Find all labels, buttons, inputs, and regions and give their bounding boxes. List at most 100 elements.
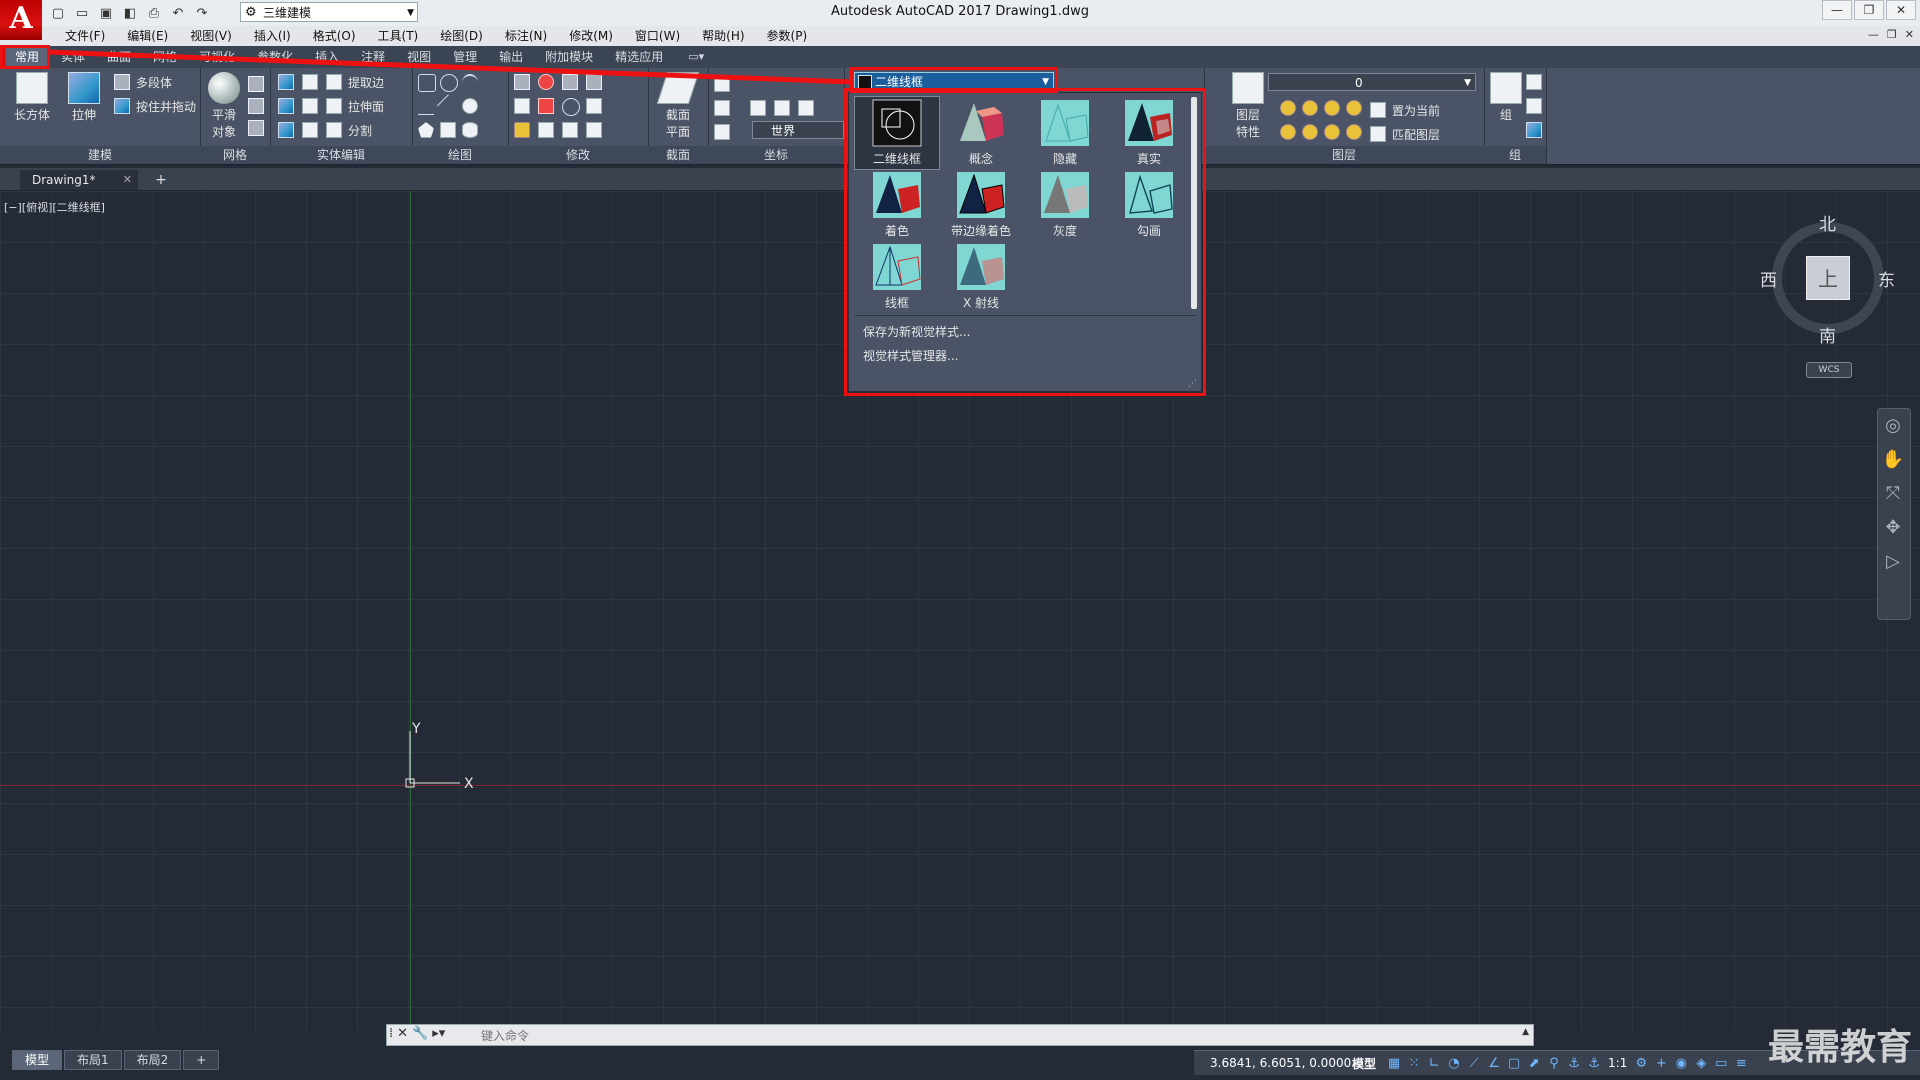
isodraft-icon[interactable]: ⟋ [1464,1056,1484,1071]
menu-item-7[interactable]: 标注(N) [494,28,558,44]
set-current-layer-button[interactable]: 置为当前 [1370,100,1440,120]
move-gizmo-icon[interactable] [562,74,578,90]
ribbon-tab-12[interactable]: 精选应用 [604,46,674,68]
polyline-icon[interactable] [418,74,436,92]
close-button[interactable]: ✕ [1886,0,1916,20]
ribbon-tab-10[interactable]: 输出 [488,46,534,68]
object-snap-tracking-icon[interactable]: ∠ [1484,1056,1504,1071]
new-tab-button[interactable]: + [150,170,172,190]
layer-combo[interactable]: 0 ▼ [1268,73,1476,91]
ungroup-icon[interactable] [1526,74,1542,90]
ucs-icon[interactable] [714,76,730,92]
section-plane-button[interactable]: 截面 平面 [656,72,700,140]
gear-icon[interactable]: ⚙ [1631,1056,1651,1071]
circle-icon[interactable] [462,98,478,114]
doc-close-icon[interactable]: ✕ [1905,28,1914,41]
layer-isolate-icon[interactable] [1302,100,1318,116]
extrude-face-button[interactable]: 拉伸面 [326,96,384,116]
box-button[interactable]: 长方体 [10,72,54,123]
ellipse-icon[interactable] [462,122,478,138]
command-input[interactable] [479,1027,1523,1045]
thicken-icon[interactable] [302,122,318,138]
ribbon-tab-8[interactable]: 视图 [396,46,442,68]
coordinates-readout[interactable]: 3.6841, 6.6051, 0.0000 [1194,1056,1352,1070]
array-icon[interactable] [562,122,578,138]
save-as-icon[interactable]: ◧ [120,3,140,23]
panel-title-section[interactable]: 截面 [648,146,708,164]
arc-icon[interactable] [462,74,478,92]
open-file-icon[interactable]: ▭ [72,3,92,23]
menu-item-10[interactable]: 帮助(H) [691,28,755,44]
layer-off-icon[interactable] [1280,100,1296,116]
3d-osnap-icon[interactable]: ⬈ [1524,1056,1544,1071]
menu-item-8[interactable]: 修改(M) [558,28,624,44]
group-select-icon[interactable] [1526,122,1542,138]
panel-title-modify[interactable]: 修改 [508,146,648,164]
grid-icon[interactable]: ▦ [1384,1056,1404,1071]
compass-west[interactable]: 西 [1760,266,1777,291]
compass-east[interactable]: 东 [1878,266,1895,291]
zoom-extents-icon[interactable]: ⤧ [1878,477,1908,511]
model-space-toggle[interactable]: 模型 [1352,1055,1376,1072]
menu-item-5[interactable]: 工具(T) [367,28,430,44]
polar-icon[interactable]: ◔ [1444,1056,1464,1071]
rectangle-icon[interactable] [440,122,456,138]
ucs-named-icon[interactable] [714,124,730,140]
doc-restore-icon[interactable]: ❐ [1887,28,1897,41]
close-icon[interactable]: ✕ [123,170,132,190]
redo-icon[interactable]: ↷ [192,3,212,23]
viewport-controls-label[interactable]: [−][俯视][二维线框] [4,199,105,215]
snap-icon[interactable]: ⁙ [1404,1056,1424,1071]
close-icon[interactable]: ✕ [397,1026,408,1041]
polysolid-button[interactable]: 多段体 [114,72,172,92]
offset-icon[interactable] [562,98,580,116]
save-icon[interactable]: ▣ [96,3,116,23]
steering-wheel-icon[interactable]: ◎ [1878,409,1908,443]
interfere-icon[interactable] [302,74,318,90]
panel-title-coordinates[interactable]: 坐标 [708,146,844,164]
auto-scale-icon[interactable]: ⚓ [1584,1056,1604,1071]
add-layout-button[interactable]: + [183,1050,220,1070]
match-layer-button[interactable]: 匹配图层 [1370,124,1440,144]
union-icon[interactable] [278,74,294,90]
ribbon-tab-2[interactable]: 曲面 [96,46,142,68]
clean-screen-icon[interactable]: ▭ [1711,1056,1731,1071]
layer-on-icon[interactable] [1280,124,1296,140]
scale-icon[interactable] [586,74,602,90]
annotation-scale[interactable]: 1:1 [1608,1056,1627,1070]
rotate-icon[interactable] [538,74,554,90]
viewcube-face-top[interactable]: 上 [1806,256,1850,300]
hardware-acceleration-icon[interactable]: ◈ [1691,1056,1711,1071]
move-icon[interactable] [514,74,530,90]
intersect-icon[interactable] [278,122,294,138]
menu-item-6[interactable]: 绘图(D) [429,28,494,44]
grip-icon[interactable]: ⁞ [389,1026,393,1041]
extract-edges-button[interactable]: 提取边 [326,72,384,92]
group-button[interactable]: 组 [1484,72,1528,123]
wrench-icon[interactable]: 🔧 [412,1026,428,1041]
ucs-y-icon[interactable] [774,100,790,116]
ucs-origin-icon[interactable] [714,100,730,116]
slice-icon[interactable] [302,98,318,114]
customization-icon[interactable]: ≡ [1731,1056,1751,1071]
spline-icon[interactable] [418,98,434,115]
menu-item-2[interactable]: 视图(V) [179,28,243,44]
line-icon[interactable] [436,94,461,118]
layout-tab-0[interactable]: 模型 [12,1050,63,1070]
align-icon[interactable] [514,98,530,114]
ribbon-tab-4[interactable]: 可视化 [188,46,246,68]
menu-item-11[interactable]: 参数(P) [756,28,819,44]
showmotion-icon[interactable]: ▷ [1878,545,1908,579]
extrude-button[interactable]: 拉伸 [62,72,106,123]
viewcube[interactable]: 上 北 南 东 西 [1760,210,1896,347]
subtract-icon[interactable] [278,98,294,114]
menu-item-3[interactable]: 插入(I) [243,28,302,44]
split-button[interactable]: 分割 [326,120,372,140]
ribbon-tab-3[interactable]: 网格 [142,46,188,68]
panel-title-draw[interactable]: 绘图 [412,146,508,164]
fillet-icon[interactable] [514,122,530,138]
plus-icon[interactable]: + [1651,1056,1671,1071]
restore-button[interactable]: ❐ [1854,0,1884,20]
chevron-up-icon[interactable]: ▲ [1522,1027,1529,1037]
file-tab-drawing1[interactable]: Drawing1* ✕ [20,170,138,190]
